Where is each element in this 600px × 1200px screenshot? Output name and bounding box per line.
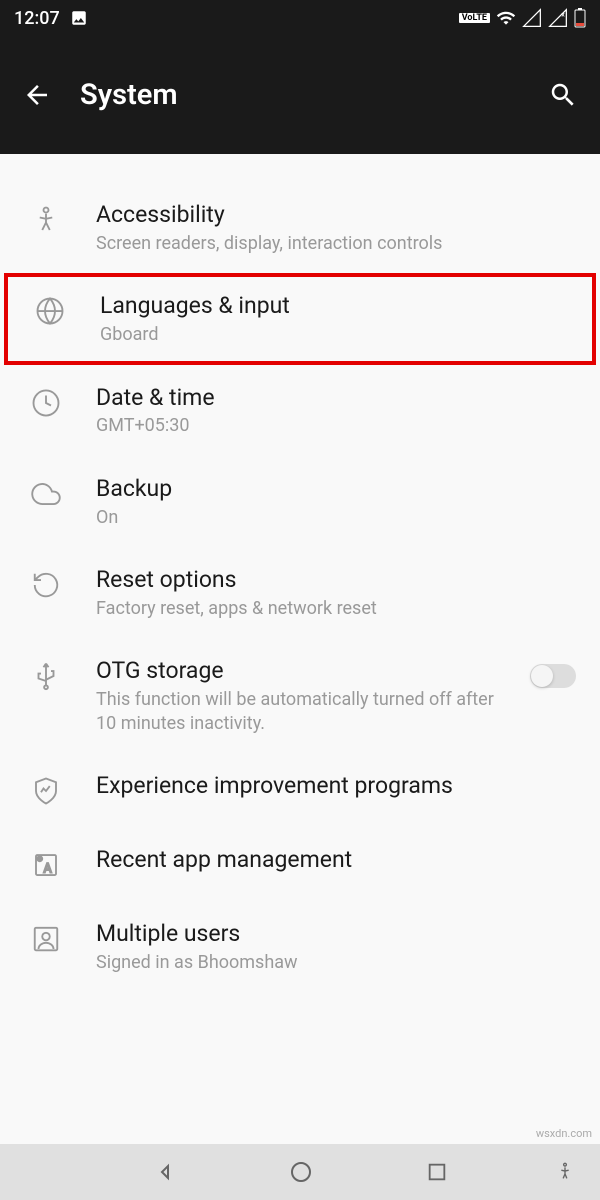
setting-reset-options[interactable]: Reset options Factory reset, apps & netw… — [0, 547, 600, 638]
recent-apps-icon: A — [28, 847, 64, 883]
setting-title: Backup — [96, 474, 576, 504]
volte-icon: VoLTE — [459, 13, 490, 23]
shield-icon — [28, 773, 64, 809]
setting-subtitle: Screen readers, display, interaction con… — [96, 232, 576, 255]
setting-recent-app-management[interactable]: A Recent app management — [0, 827, 600, 901]
status-bar: 12:07 VoLTE x — [0, 0, 600, 36]
accessibility-icon — [28, 202, 64, 238]
setting-title: Date & time — [96, 383, 576, 413]
reset-icon — [28, 567, 64, 603]
settings-list: Accessibility Screen readers, display, i… — [0, 154, 600, 992]
setting-subtitle: Gboard — [100, 323, 572, 346]
setting-backup[interactable]: Backup On — [0, 456, 600, 547]
setting-title: Recent app management — [96, 845, 576, 875]
status-time: 12:07 — [14, 8, 60, 29]
setting-subtitle: GMT+05:30 — [96, 414, 576, 437]
otg-toggle[interactable] — [530, 664, 576, 688]
page-title: System — [80, 78, 520, 112]
nav-accessibility-button[interactable] — [554, 1161, 576, 1183]
user-icon — [28, 921, 64, 957]
setting-accessibility[interactable]: Accessibility Screen readers, display, i… — [0, 182, 600, 273]
search-button[interactable] — [548, 80, 578, 110]
watermark: wsxdn.com — [536, 1127, 592, 1140]
nav-back-button[interactable] — [153, 1160, 177, 1184]
globe-icon — [32, 293, 68, 329]
setting-title: Multiple users — [96, 919, 576, 949]
setting-title: Reset options — [96, 565, 576, 595]
setting-title: Experience improvement programs — [96, 771, 576, 801]
setting-title: Languages & input — [100, 291, 572, 321]
nav-home-button[interactable] — [289, 1160, 313, 1184]
setting-subtitle: On — [96, 506, 576, 529]
setting-title: Accessibility — [96, 200, 576, 230]
pictures-icon — [70, 9, 88, 27]
setting-subtitle: Signed in as Bhoomshaw — [96, 951, 576, 974]
svg-text:A: A — [44, 862, 52, 877]
navigation-bar — [0, 1144, 600, 1200]
clock-icon — [28, 385, 64, 421]
setting-otg-storage[interactable]: OTG storage This function will be automa… — [0, 638, 600, 753]
app-bar: System — [0, 36, 600, 154]
setting-subtitle: Factory reset, apps & network reset — [96, 597, 576, 620]
setting-subtitle: This function will be automatically turn… — [96, 688, 498, 735]
signal-2-icon: x — [548, 8, 568, 28]
setting-experience-programs[interactable]: Experience improvement programs — [0, 753, 600, 827]
signal-icon — [522, 8, 542, 28]
back-button[interactable] — [22, 80, 52, 110]
setting-title: OTG storage — [96, 656, 498, 686]
setting-date-time[interactable]: Date & time GMT+05:30 — [0, 365, 600, 456]
setting-multiple-users[interactable]: Multiple users Signed in as Bhoomshaw — [0, 901, 600, 992]
setting-languages-input[interactable]: Languages & input Gboard — [4, 273, 596, 364]
battery-icon — [574, 8, 586, 28]
cloud-icon — [28, 476, 64, 512]
wifi-icon — [496, 8, 516, 28]
nav-recent-button[interactable] — [426, 1161, 448, 1183]
usb-icon — [28, 658, 64, 694]
